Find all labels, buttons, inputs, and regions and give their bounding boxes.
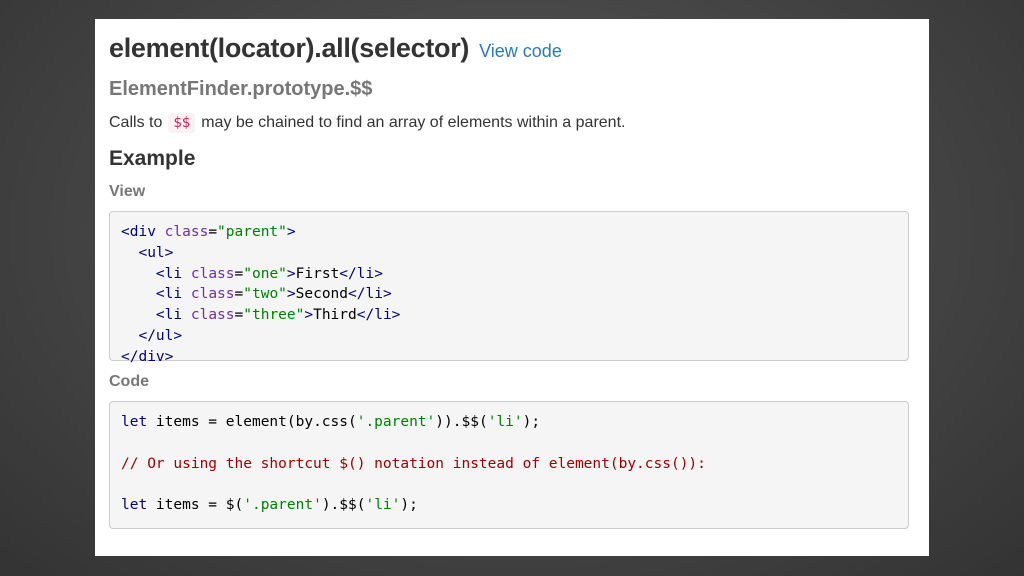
inline-code: $$	[168, 113, 196, 133]
example-heading: Example	[109, 147, 196, 170]
view-code-line: <li class="one">First</li>	[155, 265, 383, 282]
view-code-line: <div class="parent">	[121, 224, 296, 240]
code-line: let items = element(by.css('.parent')).$…	[121, 414, 541, 430]
view-code-block: <div class="parent"> <ul> <li class="one…	[109, 211, 909, 365]
code-line: let items = $('.parent').$$('li');	[121, 497, 418, 514]
view-code-link[interactable]: View code	[479, 41, 562, 62]
code-block: let items = element(by.css('.parent')).$…	[109, 401, 909, 529]
view-code-line: </ul>	[138, 327, 183, 344]
description-after: may be chained to find an array of eleme…	[201, 114, 626, 131]
view-code-line: <ul>	[138, 244, 174, 261]
view-code-line: <li class="three">Third</li>	[155, 307, 401, 324]
description: Calls to $$ may be chained to find an ar…	[109, 113, 909, 133]
page-title: element(locator).all(selector)	[109, 33, 470, 63]
view-label: View	[109, 183, 146, 200]
description-before: Calls to	[109, 114, 163, 131]
title-row: element(locator).all(selector) View code	[109, 33, 909, 64]
code-label: Code	[109, 373, 149, 390]
code-line: // Or using the shortcut $() notation in…	[121, 455, 706, 472]
method-subtitle: ElementFinder.prototype.$$	[109, 78, 373, 100]
view-code-line: </div>	[121, 348, 174, 365]
doc-page: element(locator).all(selector) View code…	[95, 19, 929, 556]
view-code-line: <li class="two">Second</li>	[155, 286, 392, 303]
